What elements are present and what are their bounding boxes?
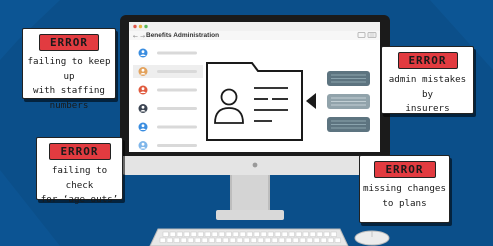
keyboard-key [187,237,194,243]
keyboard-key [201,237,208,243]
error-message-line: insurers [405,103,450,114]
screen [129,22,380,152]
keyboard-key [257,237,264,243]
sidebar-row[interactable] [133,65,203,78]
error-tag: ERROR [48,143,111,160]
plan-slab[interactable] [327,94,370,109]
keyboard-key [334,237,341,243]
error-tag: ERROR [397,52,458,69]
error-tag: ERROR [373,161,436,178]
error-card-age-outs: ERROR failing to check for ‘age-outs’ [36,137,123,205]
error-message-line: with staffing [33,85,105,96]
keyboard-key [229,237,236,243]
keyboard-key [271,237,278,243]
keyboard-key [215,237,222,243]
keyboard-key [281,231,288,237]
keyboard-key [306,237,313,243]
keyboard-key [225,231,232,237]
keyboard-key [243,237,250,243]
sidebar-row-placeholder [157,51,197,55]
monitor-camera-dot [252,162,258,168]
keyboard-key [194,237,201,243]
keyboard-key [260,231,267,237]
keyboard-key [327,237,334,243]
keyboard-key [316,231,323,237]
keyboard-key [162,231,169,237]
keyboard-key [218,231,225,237]
keyboard-key [232,231,239,237]
keyboard-key [264,237,271,243]
keyboard-key [313,237,320,243]
sidebar-row-placeholder [157,125,197,129]
minimize-dot-icon[interactable] [138,24,143,29]
sidebar-row-placeholder [157,88,197,92]
plan-slab[interactable] [327,117,370,132]
keyboard-key [222,237,229,243]
error-message-line: failing to keep up [27,56,111,82]
keyboard-key [180,237,187,243]
keyboard-key [278,237,285,243]
error-message-line: for ‘age-outs’ [40,194,119,205]
error-tag: ERROR [39,34,99,51]
keyboard-key [309,231,316,237]
sidebar-row-placeholder [157,144,197,147]
keyboard-key [208,237,215,243]
close-dot-icon[interactable] [133,24,137,29]
plan-stack [327,71,370,132]
keyboard-key [239,231,246,237]
maximize-dot-icon[interactable] [144,24,148,29]
error-message-line: failing to check [51,165,108,191]
keyboard [149,228,349,246]
plan-slab[interactable] [327,71,370,86]
keyboard-key [253,231,260,237]
keyboard-key [299,237,306,243]
keyboard-key [159,237,166,243]
keyboard-key [302,231,309,237]
keyboard-key [190,231,197,237]
error-card-staffing: ERROR failing to keep up with staffing n… [22,28,116,111]
mouse [354,230,390,246]
sidebar-row-placeholder [157,70,197,73]
error-message-line: missing changes [363,183,446,194]
error-message-line: to plans [382,197,427,209]
back-arrow-icon[interactable]: ← [133,33,138,40]
error-card-admin-mistakes: ERROR admin mistakes by insurers [381,46,474,114]
keyboard-key [176,231,183,237]
keyboard-key [274,231,281,237]
forward-arrow-icon[interactable]: → [140,33,145,40]
keyboard-key [288,231,295,237]
keyboard-key [169,231,176,237]
keyboard-key [211,231,218,237]
keyboard-key [246,231,253,237]
error-card-missing-changes: ERROR missing changes to plans [359,155,450,223]
keyboard-key [173,237,180,243]
keyboard-key [236,237,243,243]
keyboard-key [292,237,299,243]
keyboard-key [250,237,257,243]
keyboard-key [323,231,330,237]
keyboard-key [320,237,327,243]
keyboard-key [295,231,302,237]
keyboard-key [183,231,190,237]
keyboard-key [166,237,173,243]
error-message-line: numbers [49,99,89,111]
window-title: Benefits Administration [146,32,220,39]
sidebar-row-placeholder [157,107,197,110]
keyboard-key [204,231,211,237]
keyboard-key [285,237,292,243]
keyboard-key [267,231,274,237]
error-message-line: admin mistakes by [388,74,467,100]
keyboard-key [197,231,204,237]
keyboard-key [330,231,337,237]
